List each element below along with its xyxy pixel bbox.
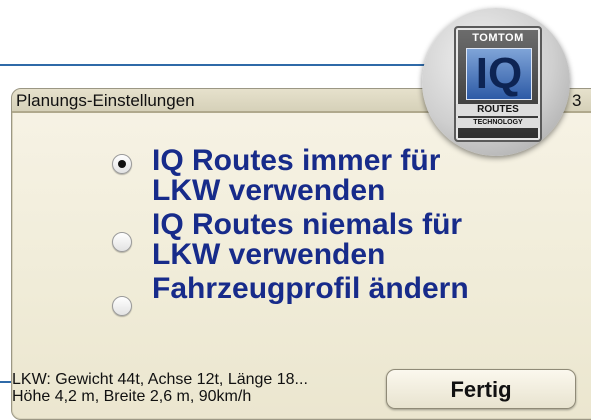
logo-plate: TOMTOM IQ ROUTES TECHNOLOGY <box>454 26 542 142</box>
logo-brand: TOMTOM <box>472 32 524 44</box>
tomtom-iq-routes-logo: TOMTOM IQ ROUTES TECHNOLOGY <box>422 8 570 156</box>
window-title-tail: 3 <box>572 91 582 110</box>
radio-button[interactable] <box>112 296 132 316</box>
radio-button-selected[interactable] <box>112 154 132 174</box>
vehicle-status: LKW: Gewicht 44t, Achse 12t, Länge 18...… <box>12 371 392 405</box>
option-label: Fahrzeugprofil ändern <box>152 272 469 305</box>
done-button[interactable]: Fertig <box>386 369 576 409</box>
window-title: Planungs-Einstellungen <box>16 91 195 110</box>
option-label: IQ Routes immer für LKW verwenden <box>152 144 441 207</box>
option-change-vehicle-profile[interactable]: Fahrzeugprofil ändern <box>112 272 512 316</box>
logo-routes: ROUTES <box>456 104 540 116</box>
radio-button[interactable] <box>112 232 132 252</box>
option-label: IQ Routes niemals für LKW verwenden <box>152 208 463 271</box>
option-never-iq-routes[interactable]: IQ Routes niemals für LKW verwenden <box>112 210 512 270</box>
options-list: IQ Routes immer für LKW verwenden IQ Rou… <box>112 146 512 316</box>
status-line-1: LKW: Gewicht 44t, Achse 12t, Länge 18... <box>12 371 308 388</box>
decorative-line-top <box>0 64 440 66</box>
status-line-2: Höhe 4,2 m, Breite 2,6 m, 90km/h <box>12 388 252 405</box>
radio-dot <box>118 160 126 168</box>
logo-technology: TECHNOLOGY <box>456 118 540 128</box>
logo-iq: IQ <box>466 48 532 100</box>
option-always-iq-routes[interactable]: IQ Routes immer für LKW verwenden <box>112 146 512 206</box>
